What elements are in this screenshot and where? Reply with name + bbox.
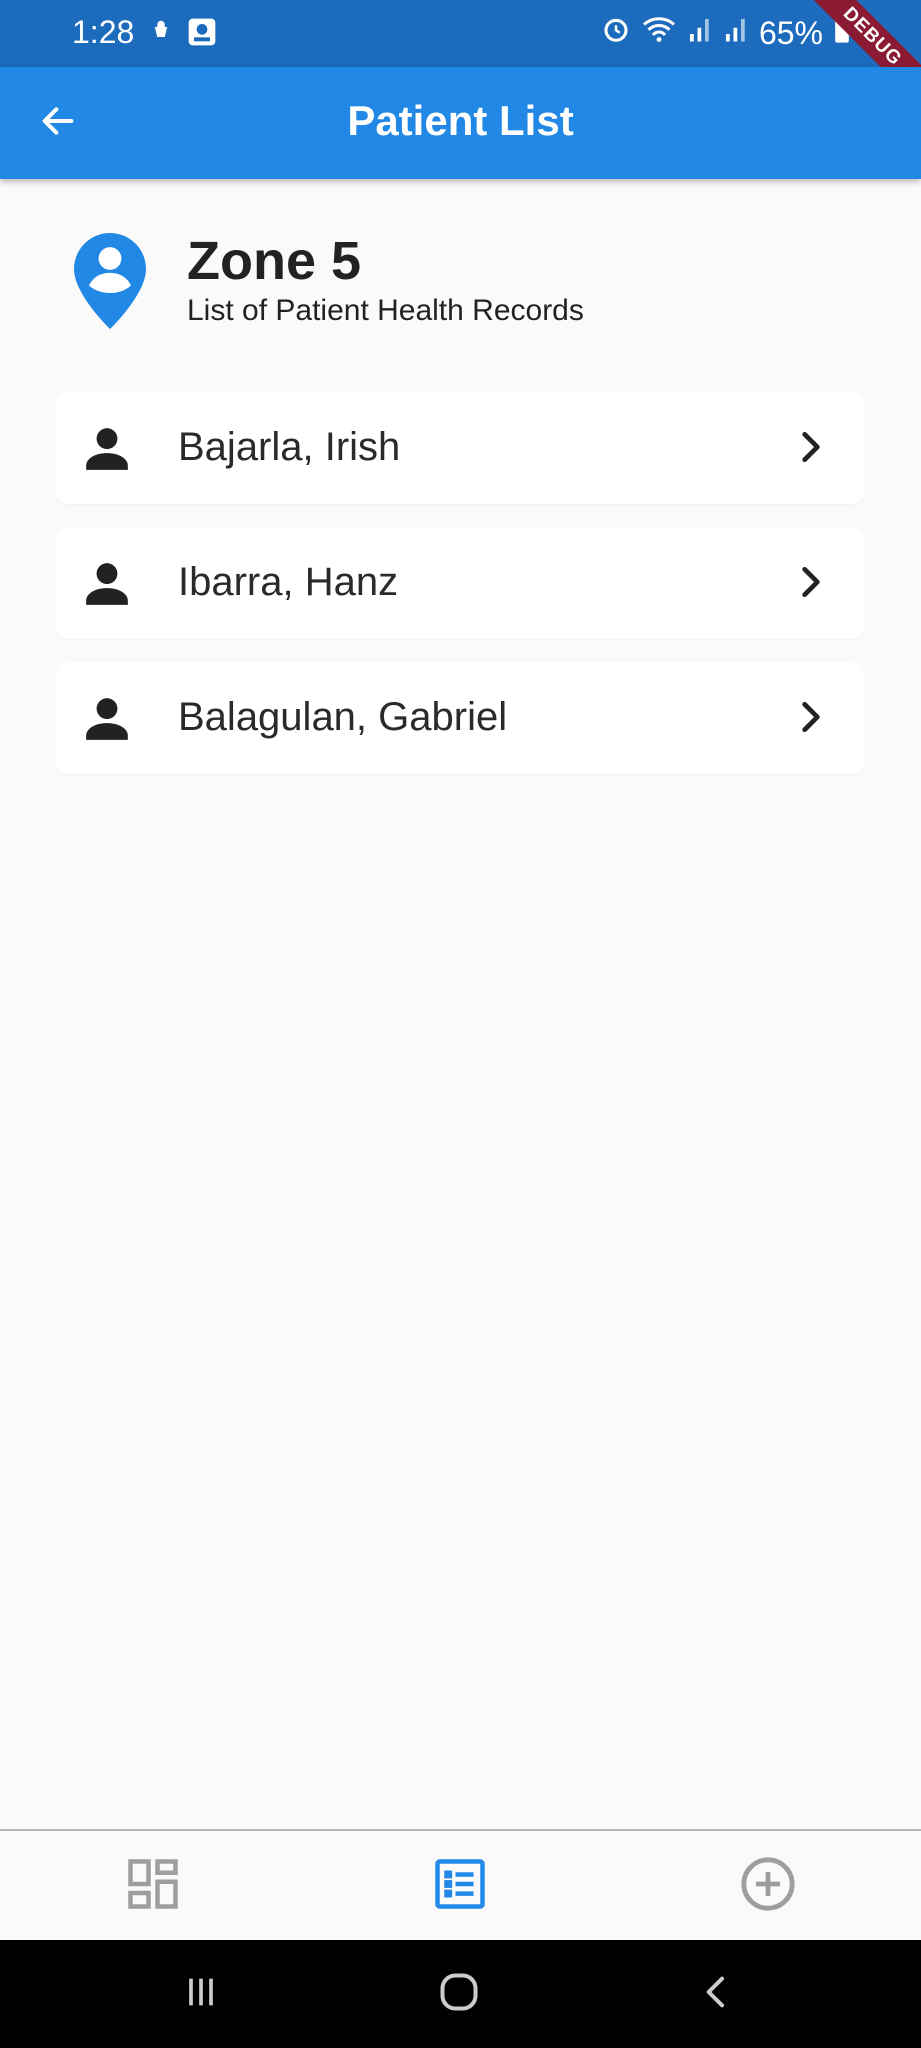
back-icon <box>697 1972 737 2017</box>
person-icon <box>82 694 132 749</box>
wifi-icon <box>641 14 677 52</box>
recent-apps-icon <box>181 1972 221 2017</box>
system-back-button[interactable] <box>682 1966 752 2022</box>
status-notification-icons <box>146 16 218 53</box>
nav-dashboard[interactable] <box>120 1853 186 1919</box>
patient-name: Ibarra, Hanz <box>178 560 399 604</box>
chevron-right-icon <box>792 563 830 606</box>
alarm-icon <box>601 14 631 52</box>
bottom-navigation <box>0 1829 921 1940</box>
home-icon <box>437 1970 481 2019</box>
zone-header: Zone 5 List of Patient Health Records <box>74 230 854 340</box>
chevron-right-icon <box>792 428 830 471</box>
person-icon <box>82 424 132 479</box>
list-icon <box>433 1857 487 1916</box>
zone-subtitle: List of Patient Health Records <box>187 294 584 327</box>
signal-icon-2 <box>723 14 749 52</box>
list-item[interactable]: Bajarla, Irish <box>56 392 864 504</box>
dashboard-icon <box>126 1857 180 1916</box>
app-notification-icon <box>186 16 218 53</box>
location-pin-icon <box>74 233 146 334</box>
home-button[interactable] <box>424 1966 494 2022</box>
status-right: 65% <box>601 14 851 52</box>
add-circle-icon <box>739 1855 797 1918</box>
status-time: 1:28 <box>72 14 135 50</box>
status-bar: 1:28 65% DEBUG <box>0 0 921 115</box>
list-item[interactable]: Ibarra, Hanz <box>56 527 864 639</box>
list-item[interactable]: Balagulan, Gabriel <box>56 662 864 774</box>
system-navigation-bar <box>0 1940 921 2048</box>
recent-apps-button[interactable] <box>166 1966 236 2022</box>
zone-title: Zone 5 <box>187 231 362 291</box>
signal-icon-1 <box>687 14 713 52</box>
notification-icon <box>146 17 176 52</box>
page-title: Patient List <box>347 97 574 144</box>
chevron-right-icon <box>792 698 830 741</box>
app-bar: Patient List <box>0 67 921 179</box>
nav-add[interactable] <box>735 1853 801 1919</box>
battery-percentage: 65% <box>758 14 823 51</box>
nav-patient-list[interactable] <box>427 1853 493 1919</box>
patient-name: Bajarla, Irish <box>178 425 401 469</box>
person-icon <box>82 559 132 614</box>
patient-name: Balagulan, Gabriel <box>178 695 508 739</box>
patient-list: Bajarla, Irish Ibarra, Hanz Balagulan, G… <box>56 392 864 797</box>
